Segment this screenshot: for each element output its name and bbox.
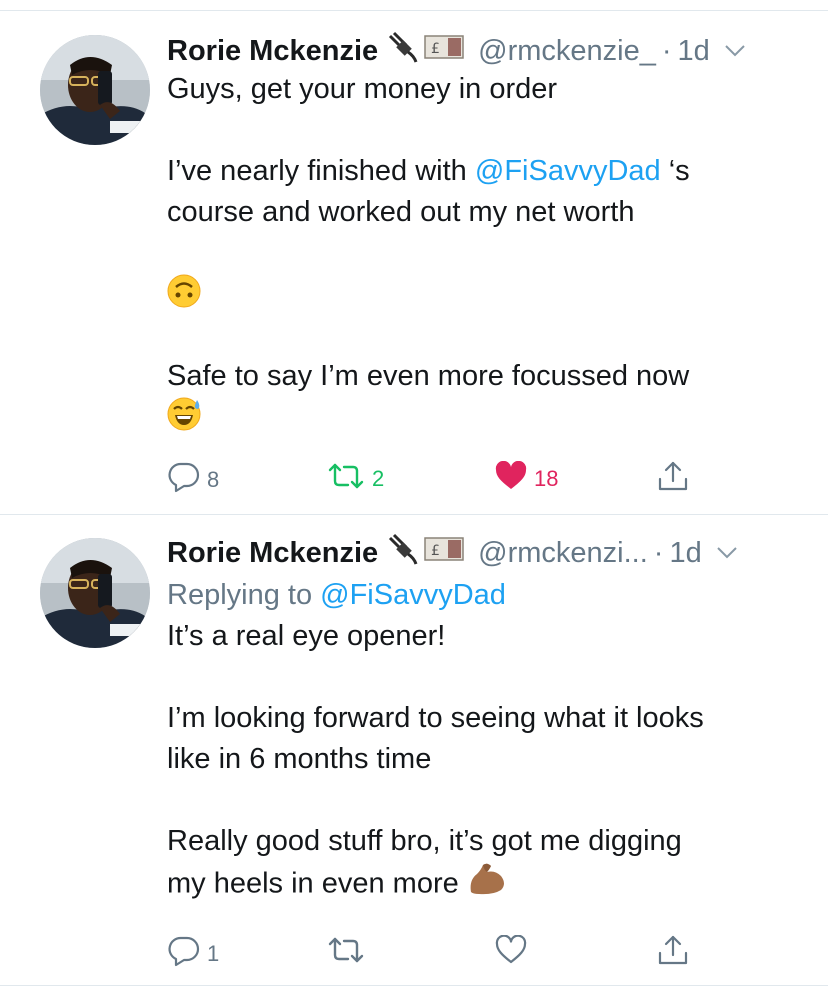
- like-button[interactable]: 18: [494, 460, 559, 497]
- tweet[interactable]: Rorie Mckenzie £: [0, 11, 828, 514]
- pound-banknote-icon: £: [424, 535, 464, 571]
- replying-to: Replying to @FiSavvyDad: [167, 579, 506, 611]
- separator-dot: ·: [661, 34, 672, 67]
- tweet-line: like in 6 months time: [167, 743, 432, 775]
- retweet-icon: [326, 461, 366, 497]
- tweet-text: It’s a real eye opener! I’m looking forw…: [167, 616, 808, 908]
- reply-button[interactable]: 1: [167, 935, 219, 973]
- tweet-line: I’m looking forward to seeing what it lo…: [167, 702, 704, 734]
- tweet-line: Really good stuff bro, it’s got me diggi…: [167, 825, 682, 857]
- reply-button[interactable]: 8: [167, 461, 219, 499]
- heart-icon: [494, 460, 528, 497]
- share-button[interactable]: [656, 459, 690, 499]
- retweet-icon: [326, 935, 366, 971]
- upside-down-face-emoji: [167, 274, 201, 320]
- tweet-line: It’s a real eye opener!: [167, 620, 446, 652]
- reply-count: 8: [207, 467, 220, 492]
- author-name[interactable]: Rorie Mckenzie: [167, 35, 378, 68]
- tweet-line: Guys, get your money in order: [167, 73, 558, 105]
- timestamp[interactable]: 1d: [678, 35, 710, 68]
- share-icon: [656, 933, 690, 973]
- reply-count: 1: [207, 941, 220, 966]
- heart-icon: [494, 934, 528, 971]
- sweat-smile-emoji: [167, 397, 203, 443]
- svg-text:£: £: [431, 41, 440, 57]
- reply-icon: [167, 935, 201, 973]
- chevron-down-icon[interactable]: [724, 44, 746, 58]
- separator-dot: ·: [653, 536, 664, 569]
- tweet-header: Rorie Mckenzie £: [167, 532, 808, 574]
- pound-banknote-icon: £: [424, 33, 464, 69]
- author-handle[interactable]: @rmckenzie_: [478, 35, 656, 68]
- author-name[interactable]: Rorie Mckenzie: [167, 537, 378, 570]
- share-button[interactable]: [656, 933, 690, 973]
- mention-link[interactable]: @FiSavvyDad: [475, 155, 661, 187]
- retweet-button[interactable]: [326, 935, 372, 971]
- plug-icon: [386, 30, 420, 72]
- tweet-line: my heels in even more: [167, 862, 808, 908]
- retweet-count: 2: [372, 466, 385, 491]
- bottom-divider: [0, 985, 828, 986]
- tweet-line: I’ve nearly finished with @FiSavvyDad ‘s: [167, 155, 690, 187]
- tweet-header: Rorie Mckenzie £: [167, 30, 808, 72]
- avatar[interactable]: [40, 35, 150, 145]
- tweet[interactable]: Rorie Mckenzie £: [0, 515, 828, 985]
- avatar[interactable]: [40, 538, 150, 648]
- svg-text:£: £: [431, 543, 440, 559]
- timestamp[interactable]: 1d: [669, 537, 701, 570]
- tweet-line: Safe to say I’m even more focussed now: [167, 360, 690, 392]
- tweet-line: course and worked out my net worth: [167, 196, 635, 228]
- plug-icon: [386, 532, 420, 574]
- reply-icon: [167, 461, 201, 499]
- mention-link[interactable]: @FiSavvyDad: [320, 579, 506, 611]
- like-button[interactable]: [494, 934, 534, 971]
- chevron-down-icon[interactable]: [716, 546, 738, 560]
- like-count: 18: [534, 466, 559, 491]
- share-icon: [656, 459, 690, 499]
- retweet-button[interactable]: 2: [326, 461, 384, 497]
- flexed-biceps-emoji: [467, 862, 507, 908]
- author-handle[interactable]: @rmckenzi...: [478, 537, 648, 570]
- tweet-text: Guys, get your money in order I’ve nearl…: [167, 69, 808, 438]
